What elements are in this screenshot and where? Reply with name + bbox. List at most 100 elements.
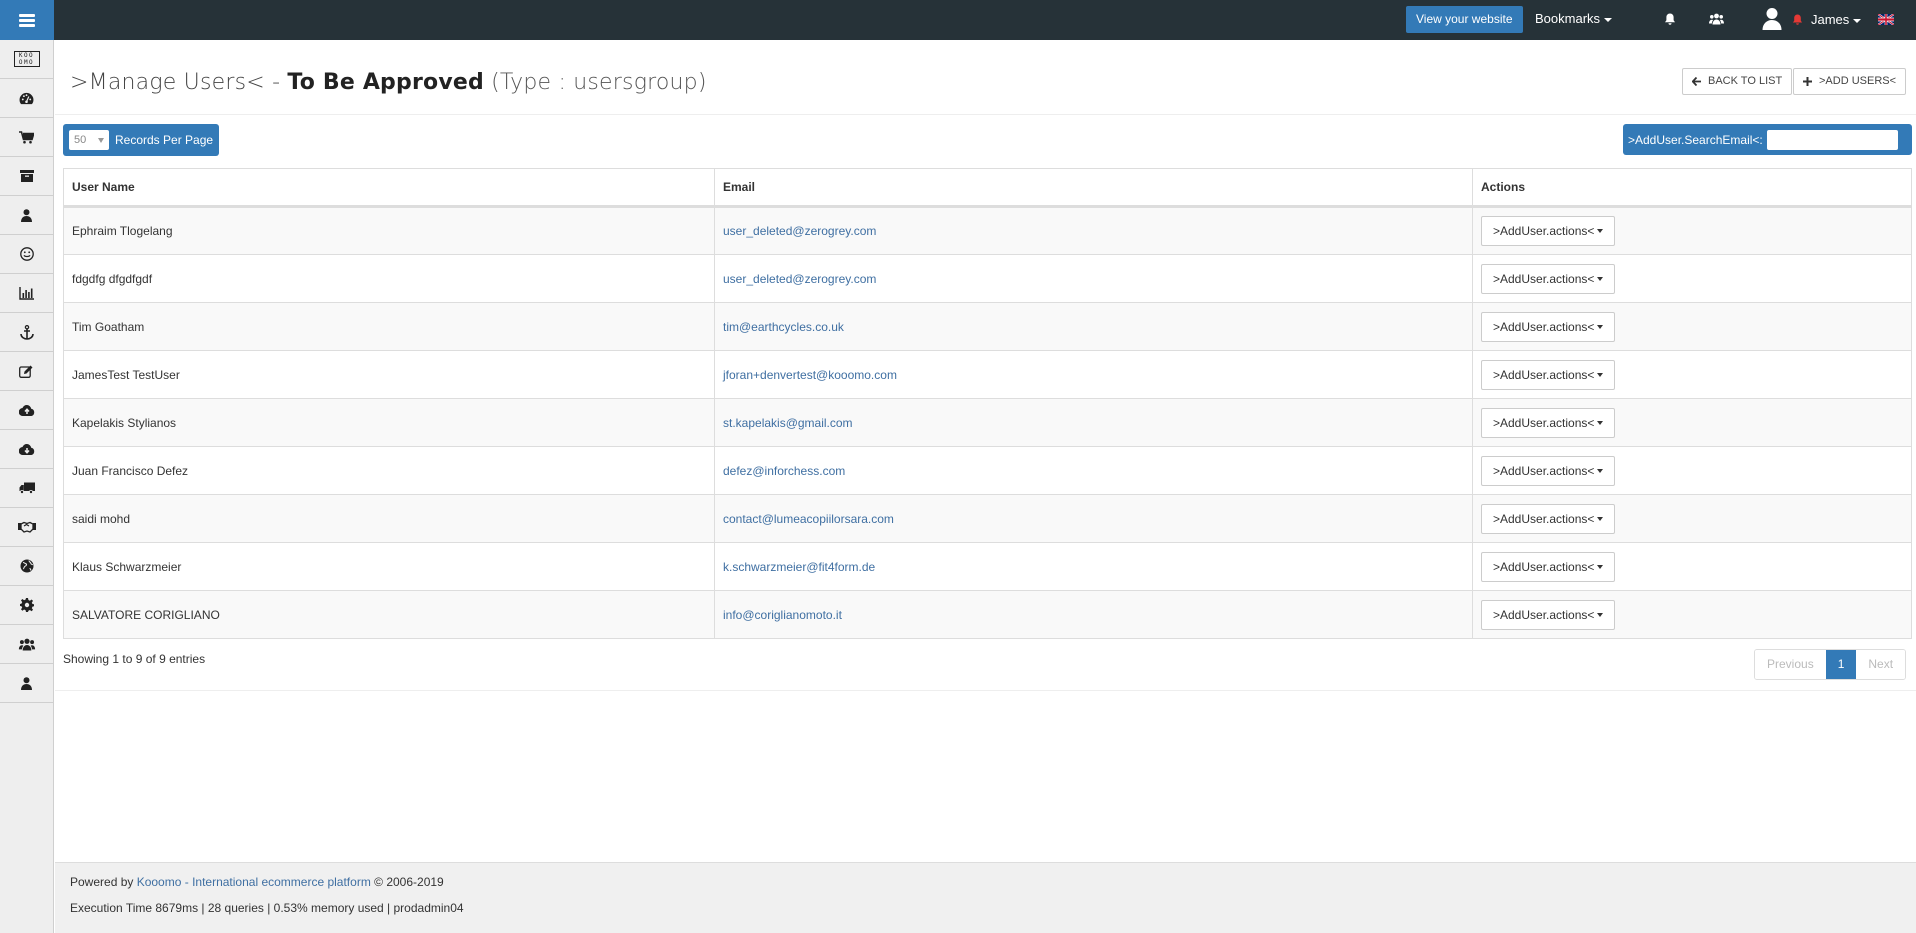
search-email-input[interactable]: [1766, 129, 1898, 150]
kooomo-link[interactable]: Kooomo - International ecommerce platfor…: [137, 875, 371, 889]
email-link[interactable]: user_deleted@zerogrey.com: [723, 224, 876, 238]
user-menu-dropdown[interactable]: James: [1811, 12, 1862, 27]
actions-dropdown-button[interactable]: >AddUser.actions<: [1481, 455, 1616, 486]
users-icon: [18, 638, 35, 650]
actions-cell: >AddUser.actions<: [1472, 350, 1912, 399]
search-email-label: >AddUser.SearchEmail<:: [1628, 132, 1763, 147]
notifications-button[interactable]: [1664, 13, 1676, 29]
caret-down-icon: [1853, 18, 1862, 23]
bookmarks-dropdown[interactable]: Bookmarks: [1535, 11, 1613, 26]
table-header-row: User Name Email Actions: [63, 168, 1912, 208]
sidebar-item-seo[interactable]: [0, 313, 53, 352]
sidebar-item-reports[interactable]: [0, 274, 53, 313]
actions-dropdown-button[interactable]: >AddUser.actions<: [1481, 407, 1616, 438]
view-website-button[interactable]: View your website: [1406, 6, 1523, 33]
records-per-page-select[interactable]: 50: [69, 130, 109, 150]
page-1-button[interactable]: 1: [1825, 650, 1857, 679]
sidebar-item-import[interactable]: [0, 391, 53, 430]
email-link[interactable]: defez@inforchess.com: [723, 464, 845, 478]
actions-dropdown-button[interactable]: >AddUser.actions<: [1481, 311, 1616, 342]
table-row: Ephraim Tlogelang user_deleted@zerogrey.c…: [63, 206, 1912, 255]
user-name-cell: Juan Francisco Defez: [63, 446, 715, 495]
actions-label: >AddUser.actions<: [1493, 367, 1595, 382]
email-link[interactable]: contact@lumeacopiilorsara.com: [723, 512, 894, 526]
add-users-button[interactable]: >ADD USERS<: [1793, 68, 1907, 95]
sidebar-item-user-groups[interactable]: [0, 625, 53, 664]
user-name-cell: saidi mohd: [63, 494, 715, 543]
actions-label: >AddUser.actions<: [1493, 607, 1595, 622]
page-title-type: (Type : usersgroup): [483, 70, 707, 95]
user-avatar[interactable]: [1762, 7, 1782, 34]
user-name: Kapelakis Stylianos: [72, 415, 177, 430]
caret-down-icon: [1597, 229, 1604, 233]
email-cell: info@coriglianomoto.it: [714, 590, 1473, 639]
email-link[interactable]: st.kapelakis@gmail.com: [723, 416, 853, 430]
sidebar-item-home[interactable]: KOO OMO: [0, 40, 53, 79]
page-title-status: To Be Approved: [287, 70, 484, 95]
caret-down-icon: [1597, 372, 1604, 377]
user-avatar-icon: [1762, 8, 1782, 30]
user-icon: [21, 208, 32, 222]
arrow-left-icon: [1692, 77, 1701, 86]
add-users-label: >ADD USERS<: [1819, 75, 1897, 87]
actions-dropdown-button[interactable]: >AddUser.actions<: [1481, 263, 1616, 294]
email-cell: tim@earthcycles.co.uk: [714, 302, 1473, 351]
email-link[interactable]: jforan+denvertest@kooomo.com: [723, 368, 897, 382]
actions-dropdown-button[interactable]: >AddUser.actions<: [1481, 599, 1616, 630]
user-icon: [21, 676, 32, 690]
table-row: JamesTest TestUser jforan+denvertest@kooo…: [63, 350, 1912, 399]
email-link[interactable]: tim@earthcycles.co.uk: [723, 320, 844, 334]
email-link[interactable]: k.schwarzmeier@fit4form.de: [723, 560, 875, 574]
next-page-button[interactable]: Next: [1856, 650, 1906, 679]
previous-page-button[interactable]: Previous: [1755, 650, 1826, 679]
actions-label: >AddUser.actions<: [1493, 511, 1595, 526]
user-groups-button[interactable]: [1709, 13, 1724, 28]
sidebar-item-shipping[interactable]: [0, 469, 53, 508]
sidebar-item-customers[interactable]: [0, 196, 53, 235]
table-row: Kapelakis Stylianos st.kapelakis@gmail.co…: [63, 398, 1912, 447]
sidebar-item-websites[interactable]: [0, 547, 53, 586]
caret-down-icon: [1597, 324, 1604, 329]
bookmarks-label: Bookmarks: [1535, 11, 1601, 26]
actions-cell: >AddUser.actions<: [1472, 542, 1912, 591]
sidebar-item-products[interactable]: [0, 157, 53, 196]
sidebar-item-account[interactable]: [0, 664, 53, 703]
actions-label: >AddUser.actions<: [1493, 319, 1595, 334]
sidebar-item-marketing[interactable]: [0, 235, 53, 274]
column-header-user-name[interactable]: User Name: [63, 168, 715, 208]
actions-label: >AddUser.actions<: [1493, 224, 1595, 238]
gear-icon: [19, 598, 34, 612]
sidebar-item-settings[interactable]: [0, 586, 53, 625]
actions-dropdown-button[interactable]: >AddUser.actions<: [1481, 359, 1616, 390]
records-per-page-value: 50: [74, 134, 87, 146]
sidebar-item-export[interactable]: [0, 430, 53, 469]
sidebar-item-content[interactable]: [0, 352, 53, 391]
actions-dropdown-button[interactable]: >AddUser.actions<: [1481, 503, 1616, 534]
user-name-cell: Klaus Schwarzmeier: [63, 542, 715, 591]
table-row: fdgdfg dfgdfgdf user_deleted@zerogrey.com…: [63, 254, 1912, 303]
actions-cell: >AddUser.actions<: [1472, 302, 1912, 351]
actions-dropdown-button[interactable]: >AddUser.actions<: [1481, 216, 1616, 246]
actions-cell: >AddUser.actions<: [1472, 494, 1912, 543]
column-header-email[interactable]: Email: [714, 168, 1473, 208]
sidebar-item-dashboard[interactable]: [0, 79, 53, 118]
handshake-icon: [17, 521, 36, 533]
actions-dropdown-button[interactable]: >AddUser.actions<: [1481, 551, 1616, 582]
divider: [55, 114, 1916, 115]
page-title: >Manage Users< - To Be Approved (Type : …: [70, 70, 707, 95]
sidebar-item-orders[interactable]: [0, 118, 53, 157]
uk-flag-icon[interactable]: [1878, 14, 1894, 25]
user-name-cell: JamesTest TestUser: [63, 350, 715, 399]
sidebar-item-partners[interactable]: [0, 508, 53, 547]
select-arrow-icon: [98, 137, 104, 143]
records-per-page-label: Records Per Page: [115, 133, 214, 147]
divider: [55, 690, 1916, 691]
email-link[interactable]: user_deleted@zerogrey.com: [723, 272, 876, 286]
menu-toggle-button[interactable]: [0, 0, 54, 40]
execution-stats: Execution Time 8679ms | 28 queries | 0.5…: [70, 901, 464, 915]
caret-down-icon: [1604, 17, 1613, 22]
email-cell: k.schwarzmeier@fit4form.de: [714, 542, 1473, 591]
alert-bell-icon[interactable]: [1792, 14, 1803, 26]
email-link[interactable]: info@coriglianomoto.it: [723, 608, 842, 622]
back-to-list-button[interactable]: BACK TO LIST: [1682, 68, 1793, 95]
